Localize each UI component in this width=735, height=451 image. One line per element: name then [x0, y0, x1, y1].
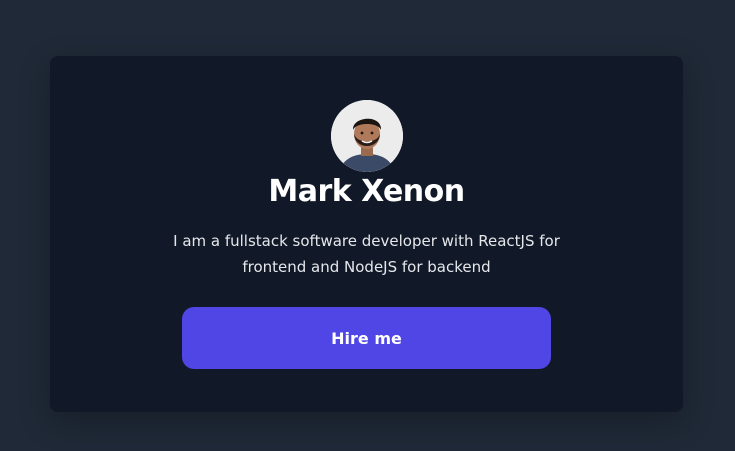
person-photo-icon — [331, 100, 403, 172]
profile-name: Mark Xenon — [268, 174, 465, 209]
profile-bio: I am a fullstack software developer with… — [173, 232, 560, 276]
hire-me-button[interactable]: Hire me — [182, 307, 551, 369]
avatar — [331, 100, 403, 172]
profile-card: Mark Xenon I am a fullstack software dev… — [50, 56, 683, 412]
